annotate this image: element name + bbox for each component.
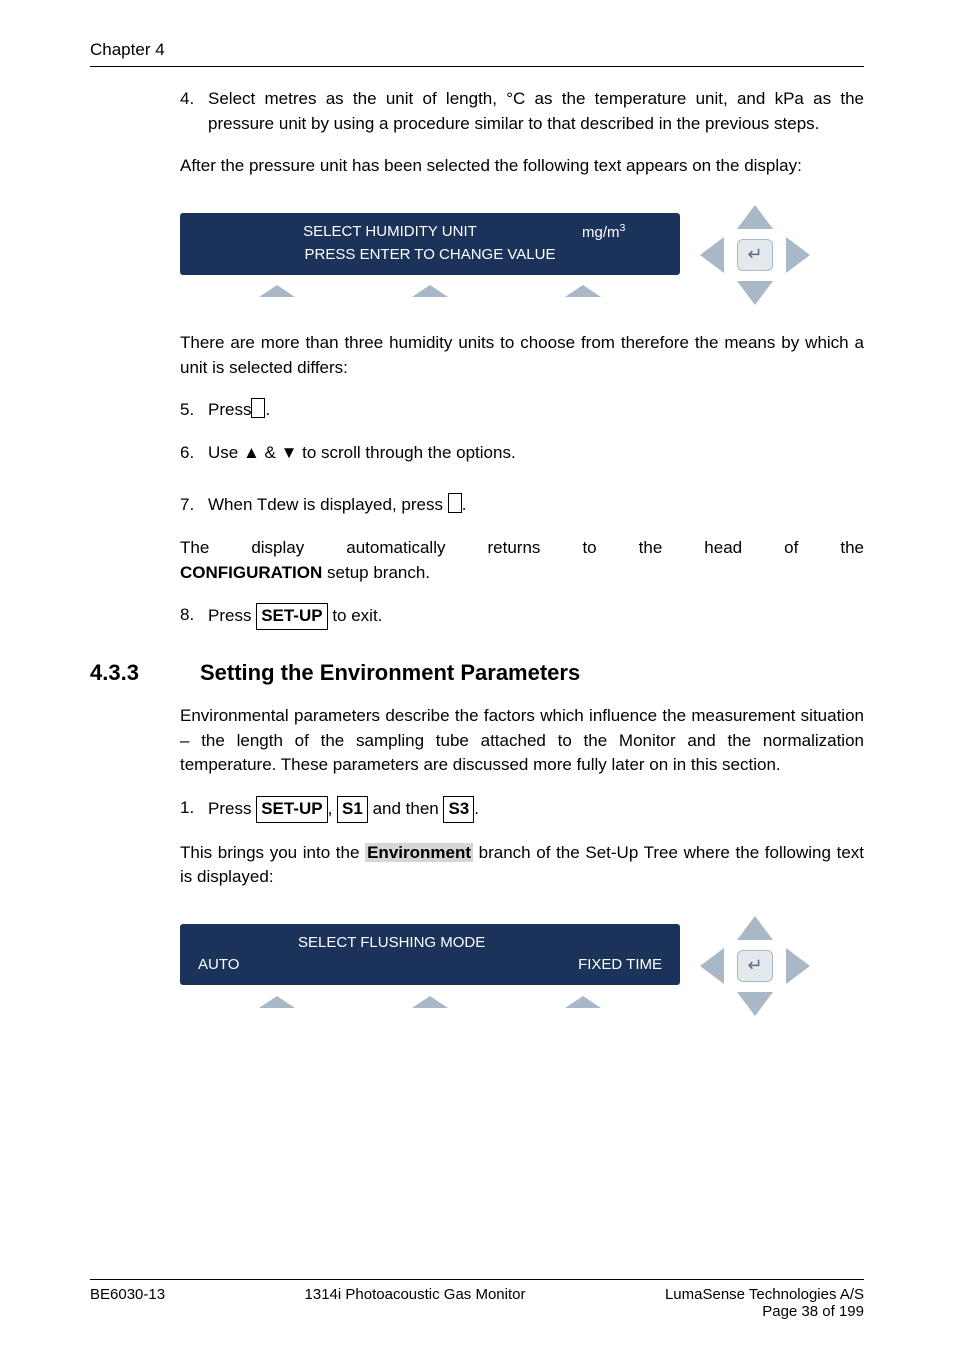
footer: BE6030-13 1314i Photoacoustic Gas Monito…	[90, 1279, 864, 1320]
lcd2-opt-left: AUTO	[198, 954, 239, 977]
lcd-dark-area: SELECT HUMIDITY UNIT mg/m3 PRESS ENTER T…	[180, 213, 680, 275]
footer-center: 1314i Photoacoustic Gas Monitor	[305, 1286, 526, 1320]
dpad: ↵	[700, 916, 810, 1016]
header-chapter: Chapter 4	[90, 40, 864, 60]
lcd-line1-label: SELECT HUMIDITY UNIT	[198, 221, 582, 245]
list-num: 5.	[180, 398, 208, 423]
list-item-6: 6. Use ▲ & ▼ to scroll through the optio…	[180, 441, 864, 466]
lcd-dark-area: SELECT FLUSHING MODE AUTO FIXED TIME	[180, 924, 680, 985]
lcd-display-1: SELECT HUMIDITY UNIT mg/m3 PRESS ENTER T…	[180, 205, 864, 305]
enter-key-icon	[251, 398, 265, 418]
lcd2-opt-right: FIXED TIME	[578, 954, 662, 977]
list-item-7: 7. When Tdew is displayed, press .	[180, 493, 864, 518]
enter-button: ↵	[737, 239, 773, 271]
softkey-up-icon	[565, 996, 601, 1008]
setup-key: SET-UP	[256, 796, 327, 823]
footer-row: BE6030-13 1314i Photoacoustic Gas Monito…	[90, 1286, 864, 1320]
lcd-line1: SELECT HUMIDITY UNIT mg/m3	[198, 221, 662, 245]
para-after-lcd1: There are more than three humidity units…	[180, 331, 864, 380]
env-para2: This brings you into the Environment bra…	[180, 841, 864, 890]
list-num: 6.	[180, 441, 208, 466]
body2: There are more than three humidity units…	[180, 331, 864, 630]
softkey-arrows	[180, 996, 680, 1008]
list-item-4: 4. Select metres as the unit of length, …	[180, 87, 864, 136]
footer-right: LumaSense Technologies A/S Page 38 of 19…	[665, 1286, 864, 1320]
list-content: Press SET-UP to exit.	[208, 603, 864, 630]
s1-key: S1	[337, 796, 368, 823]
arrow-left-icon	[700, 948, 724, 984]
enter-icon: ↵	[747, 955, 762, 976]
footer-rule	[90, 1279, 864, 1280]
enter-icon: ↵	[747, 244, 762, 265]
list-num: 1.	[180, 796, 208, 823]
list-content: Press SET-UP, S1 and then S3.	[208, 796, 864, 823]
lcd-display-2: SELECT FLUSHING MODE AUTO FIXED TIME ↵	[180, 916, 864, 1016]
arrow-right-icon	[786, 237, 810, 273]
arrow-up-icon	[737, 205, 773, 229]
lcd-line2: PRESS ENTER TO CHANGE VALUE	[198, 244, 662, 267]
softkey-up-icon	[412, 285, 448, 297]
para-config-line2: CONFIGURATION setup branch.	[180, 561, 864, 586]
setup-key: SET-UP	[256, 603, 327, 630]
para-after-4: After the pressure unit has been selecte…	[180, 154, 864, 179]
enter-key-icon	[448, 493, 462, 513]
softkey-up-icon	[259, 285, 295, 297]
page: Chapter 4 4. Select metres as the unit o…	[0, 0, 954, 1350]
arrow-down-icon	[737, 281, 773, 305]
env-para: Environmental parameters describe the fa…	[180, 704, 864, 778]
lcd-screen: SELECT HUMIDITY UNIT mg/m3 PRESS ENTER T…	[180, 213, 680, 297]
arrow-right-icon	[786, 948, 810, 984]
softkey-up-icon	[565, 285, 601, 297]
list-content: Use ▲ & ▼ to scroll through the options.	[208, 441, 864, 466]
lcd2-line1: SELECT FLUSHING MODE	[258, 932, 662, 955]
para-config: The display automatically returns to the…	[180, 536, 864, 561]
arrow-left-icon	[700, 237, 724, 273]
list-item-5: 5. Press.	[180, 398, 864, 423]
lcd-line1-value: mg/m3	[582, 221, 662, 245]
softkey-up-icon	[259, 996, 295, 1008]
softkey-arrows	[180, 285, 680, 297]
list-content: Press.	[208, 398, 864, 423]
header-rule	[90, 66, 864, 67]
softkey-up-icon	[412, 996, 448, 1008]
lcd2-line2: AUTO FIXED TIME	[198, 954, 662, 977]
body3: Environmental parameters describe the fa…	[180, 704, 864, 890]
list-item-8: 8. Press SET-UP to exit.	[180, 603, 864, 630]
s3-key: S3	[443, 796, 474, 823]
list-content: Select metres as the unit of length, °C …	[208, 87, 864, 136]
section-title: Setting the Environment Parameters	[200, 660, 580, 686]
environment-hl: Environment	[365, 843, 473, 862]
dpad: ↵	[700, 205, 810, 305]
arrow-down-icon	[737, 992, 773, 1016]
list-num: 8.	[180, 603, 208, 630]
list-content: When Tdew is displayed, press .	[208, 493, 864, 518]
body: 4. Select metres as the unit of length, …	[180, 87, 864, 179]
section-heading: 4.3.3 Setting the Environment Parameters	[90, 660, 864, 686]
list-num: 7.	[180, 493, 208, 518]
section-number: 4.3.3	[90, 660, 200, 686]
list-item-1b: 1. Press SET-UP, S1 and then S3.	[180, 796, 864, 823]
arrow-up-icon	[737, 916, 773, 940]
footer-left: BE6030-13	[90, 1286, 165, 1320]
lcd-screen: SELECT FLUSHING MODE AUTO FIXED TIME	[180, 924, 680, 1008]
list-num: 4.	[180, 87, 208, 136]
enter-button: ↵	[737, 950, 773, 982]
